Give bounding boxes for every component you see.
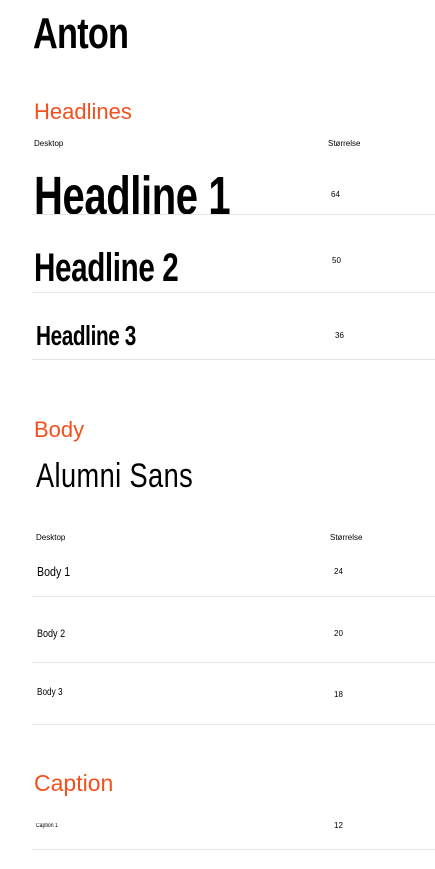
divider: [32, 724, 435, 725]
section-heading-headlines: Headlines: [34, 99, 132, 124]
body-2-size: 20: [334, 629, 343, 638]
headline-2-size: 50: [332, 256, 341, 265]
divider: [32, 214, 435, 215]
headline-3-sample: Headline 3: [36, 320, 136, 351]
body-3-size: 18: [334, 690, 343, 699]
body-3-sample: Body 3: [37, 687, 63, 698]
headline-1-size: 64: [331, 190, 340, 199]
divider: [32, 292, 435, 293]
body-1-sample: Body 1: [37, 564, 71, 579]
headline-3-size: 36: [335, 331, 344, 340]
caption-1-sample: Caption 1: [36, 823, 58, 829]
column-label-size: Størrelse: [330, 533, 363, 542]
typeface-title-secondary: Alumni Sans: [36, 457, 194, 495]
divider: [32, 596, 435, 597]
divider: [32, 359, 435, 360]
headline-1-sample: Headline 1: [34, 166, 231, 226]
column-label-size: Størrelse: [328, 139, 361, 148]
body-1-size: 24: [334, 567, 343, 576]
body-2-sample: Body 2: [37, 628, 66, 640]
divider: [32, 662, 435, 663]
column-label-desktop: Desktop: [36, 533, 66, 542]
section-heading-body: Body: [34, 417, 85, 442]
divider: [32, 849, 435, 850]
typeface-title-primary: Anton: [33, 9, 129, 58]
caption-1-size: 12: [334, 821, 343, 830]
headline-2-sample: Headline 2: [34, 246, 179, 290]
section-heading-caption: Caption: [34, 770, 114, 796]
column-label-desktop: Desktop: [34, 139, 64, 148]
